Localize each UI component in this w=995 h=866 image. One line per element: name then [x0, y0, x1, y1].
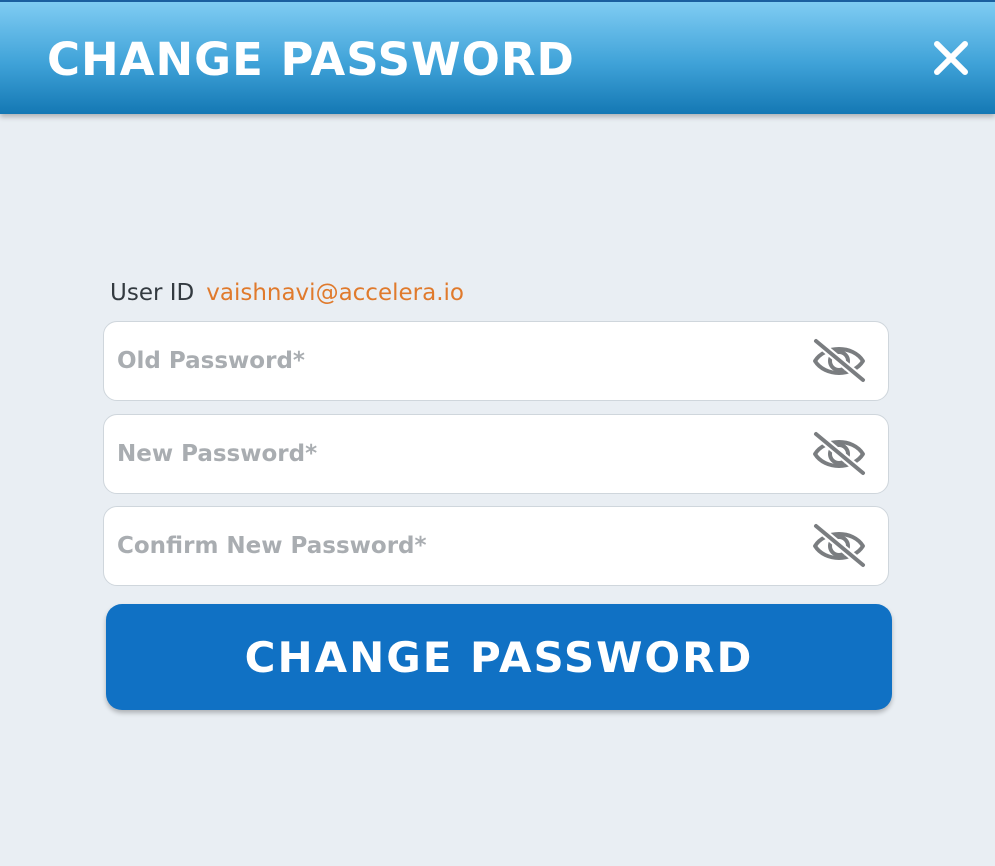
user-id-label: User ID: [110, 280, 195, 306]
dialog-title: CHANGE PASSWORD: [47, 33, 575, 86]
eye-off-icon[interactable]: [810, 337, 868, 385]
user-id-row: User ID vaishnavi@accelera.io: [110, 278, 464, 308]
confirm-password-field: [103, 506, 889, 586]
change-password-button[interactable]: CHANGE PASSWORD: [106, 604, 892, 710]
eye-off-icon[interactable]: [810, 522, 868, 570]
user-id-value: vaishnavi@accelera.io: [206, 280, 464, 306]
dialog-header: CHANGE PASSWORD: [0, 0, 995, 114]
eye-off-icon[interactable]: [810, 430, 868, 478]
confirm-password-input[interactable]: [117, 507, 797, 585]
old-password-field: [103, 321, 889, 401]
close-icon[interactable]: [931, 38, 971, 78]
old-password-input[interactable]: [117, 322, 797, 400]
new-password-field: [103, 414, 889, 494]
new-password-input[interactable]: [117, 415, 797, 493]
